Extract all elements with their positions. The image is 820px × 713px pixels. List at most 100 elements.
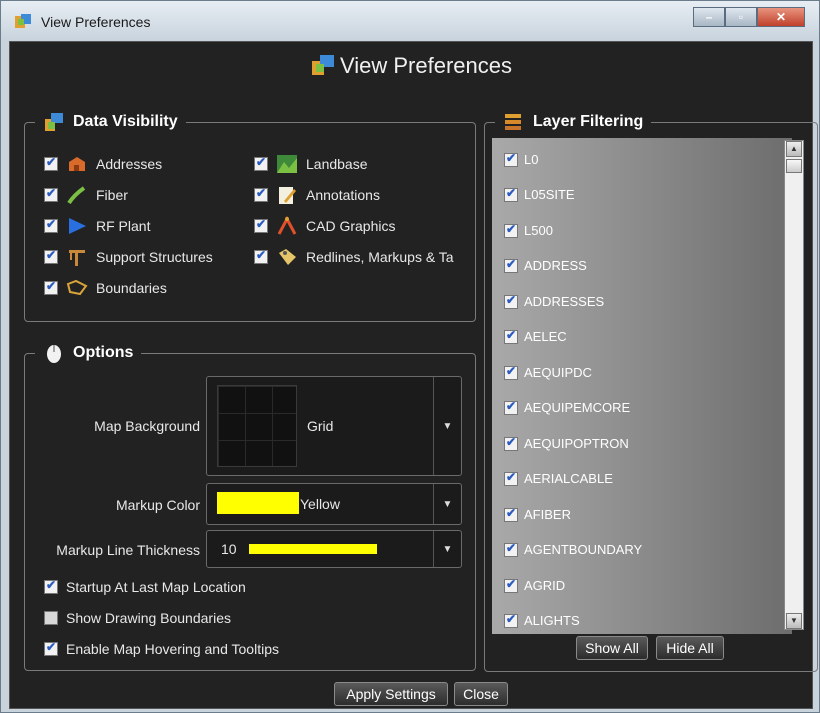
layer-item[interactable]: L05SITE: [504, 186, 575, 202]
layer-item[interactable]: AGRID: [504, 577, 565, 593]
dv-item-addresses[interactable]: Addresses: [44, 154, 162, 174]
rf-plant-icon: [69, 218, 86, 234]
view-preferences-icon: [311, 55, 334, 76]
scroll-thumb[interactable]: [786, 159, 802, 173]
layer-item[interactable]: L0: [504, 151, 538, 167]
markup-color-swatch: [217, 492, 299, 514]
markup-color-value: Yellow: [300, 496, 340, 512]
layer-checkbox[interactable]: [504, 399, 518, 415]
layer-checkbox[interactable]: [504, 577, 518, 593]
dv-item-boundaries[interactable]: Boundaries: [44, 278, 167, 298]
line-thickness-preview: [249, 544, 377, 554]
line-thickness-value: 10: [221, 541, 237, 557]
layer-list[interactable]: L0 L05SITE L500 ADDRESS ADDRESSES AELEC …: [492, 138, 792, 634]
options-title: Options: [35, 342, 142, 364]
landbase-icon: [277, 155, 297, 173]
layer-item[interactable]: L500: [504, 222, 553, 238]
support-structures-checkbox[interactable]: [44, 248, 58, 264]
rf-plant-checkbox[interactable]: [44, 217, 58, 233]
line-thickness-label: Markup Line Thickness: [56, 542, 200, 558]
addresses-icon: [69, 157, 85, 171]
map-background-select[interactable]: Grid ▼: [206, 376, 462, 476]
dv-item-redlines[interactable]: Redlines, Markups & Ta: [254, 247, 454, 267]
annotations-icon: [279, 187, 296, 204]
map-background-value: Grid: [307, 418, 334, 434]
redlines-checkbox[interactable]: [254, 248, 268, 264]
layer-checkbox[interactable]: [504, 257, 518, 273]
layer-item[interactable]: ADDRESSES: [504, 293, 604, 309]
close-button[interactable]: Close: [454, 682, 508, 706]
startup-last-location-checkbox[interactable]: [44, 578, 58, 594]
layer-checkbox[interactable]: [504, 435, 518, 451]
map-hovering-option[interactable]: Enable Map Hovering and Tooltips: [44, 640, 279, 657]
layer-checkbox[interactable]: [504, 186, 518, 202]
layer-checkbox[interactable]: [504, 541, 518, 557]
dv-item-rf-plant[interactable]: RF Plant: [44, 216, 150, 236]
dv-item-landbase[interactable]: Landbase: [254, 154, 368, 174]
window-title: View Preferences: [41, 14, 151, 30]
layer-checkbox[interactable]: [504, 506, 518, 522]
boundaries-checkbox[interactable]: [44, 279, 58, 295]
layer-checkbox[interactable]: [504, 293, 518, 309]
map-background-label: Map Background: [94, 418, 200, 434]
chevron-down-icon[interactable]: ▼: [433, 531, 461, 567]
cad-graphics-checkbox[interactable]: [254, 217, 268, 233]
layer-item[interactable]: ADDRESS: [504, 257, 587, 273]
layer-item[interactable]: AFIBER: [504, 506, 571, 522]
markup-color-label: Markup Color: [115, 497, 200, 513]
dv-item-cad-graphics[interactable]: CAD Graphics: [254, 216, 395, 236]
layer-checkbox[interactable]: [504, 328, 518, 344]
view-preferences-window: View Preferences – ▫ ✕ View Preferences …: [0, 0, 820, 713]
dv-item-fiber[interactable]: Fiber: [44, 185, 128, 205]
layer-item[interactable]: AEQUIPEMCORE: [504, 399, 630, 415]
addresses-checkbox[interactable]: [44, 155, 58, 171]
layer-checkbox[interactable]: [504, 612, 518, 628]
layer-checkbox[interactable]: [504, 470, 518, 486]
app-icon: [15, 14, 31, 28]
landbase-checkbox[interactable]: [254, 155, 268, 171]
layer-checkbox[interactable]: [504, 222, 518, 238]
page-title: View Preferences: [10, 52, 812, 79]
layer-checkbox[interactable]: [504, 364, 518, 380]
chevron-down-icon[interactable]: ▼: [433, 377, 461, 475]
layer-filtering-icon: [505, 114, 521, 130]
redlines-icon: [279, 249, 296, 265]
cad-graphics-icon: [277, 216, 297, 235]
dv-item-support-structures[interactable]: Support Structures: [44, 247, 213, 267]
layer-item[interactable]: AGENTBOUNDARY: [504, 541, 642, 557]
layer-item[interactable]: AERIALCABLE: [504, 470, 613, 486]
show-all-button[interactable]: Show All: [576, 636, 648, 660]
layer-list-scrollbar[interactable]: ▲ ▼: [784, 140, 804, 630]
mouse-icon: [47, 345, 61, 363]
support-structures-icon: [69, 250, 85, 266]
fiber-checkbox[interactable]: [44, 186, 58, 202]
map-hovering-checkbox[interactable]: [44, 640, 58, 656]
hide-all-button[interactable]: Hide All: [656, 636, 724, 660]
dv-item-annotations[interactable]: Annotations: [254, 185, 380, 205]
data-visibility-title: Data Visibility: [35, 111, 186, 133]
layer-checkbox[interactable]: [504, 151, 518, 167]
layer-filtering-title: Layer Filtering: [495, 111, 652, 133]
layer-item[interactable]: ALIGHTS: [504, 612, 580, 628]
chevron-down-icon[interactable]: ▼: [433, 484, 461, 524]
scroll-down-button[interactable]: ▼: [786, 613, 802, 629]
startup-last-location-option[interactable]: Startup At Last Map Location: [44, 578, 246, 595]
show-drawing-boundaries-option[interactable]: Show Drawing Boundaries: [44, 610, 231, 626]
fiber-icon: [67, 186, 86, 205]
layer-item[interactable]: AEQUIPDC: [504, 364, 592, 380]
dialog-body: View Preferences Data Visibility Address…: [9, 41, 818, 709]
show-drawing-boundaries-checkbox[interactable]: [44, 611, 58, 625]
annotations-checkbox[interactable]: [254, 186, 268, 202]
apply-settings-button[interactable]: Apply Settings: [334, 682, 448, 706]
scroll-up-button[interactable]: ▲: [786, 141, 802, 157]
map-background-preview: [217, 385, 297, 467]
layer-item[interactable]: AELEC: [504, 328, 567, 344]
markup-color-select[interactable]: Yellow ▼: [206, 483, 462, 525]
minimize-button[interactable]: –: [693, 7, 725, 27]
maximize-button[interactable]: ▫: [725, 7, 757, 27]
line-thickness-select[interactable]: 10 ▼: [206, 530, 462, 568]
layer-item[interactable]: AEQUIPOPTRON: [504, 435, 629, 451]
data-visibility-icon: [45, 113, 63, 131]
close-window-button[interactable]: ✕: [757, 7, 805, 27]
boundaries-icon: [66, 279, 88, 296]
